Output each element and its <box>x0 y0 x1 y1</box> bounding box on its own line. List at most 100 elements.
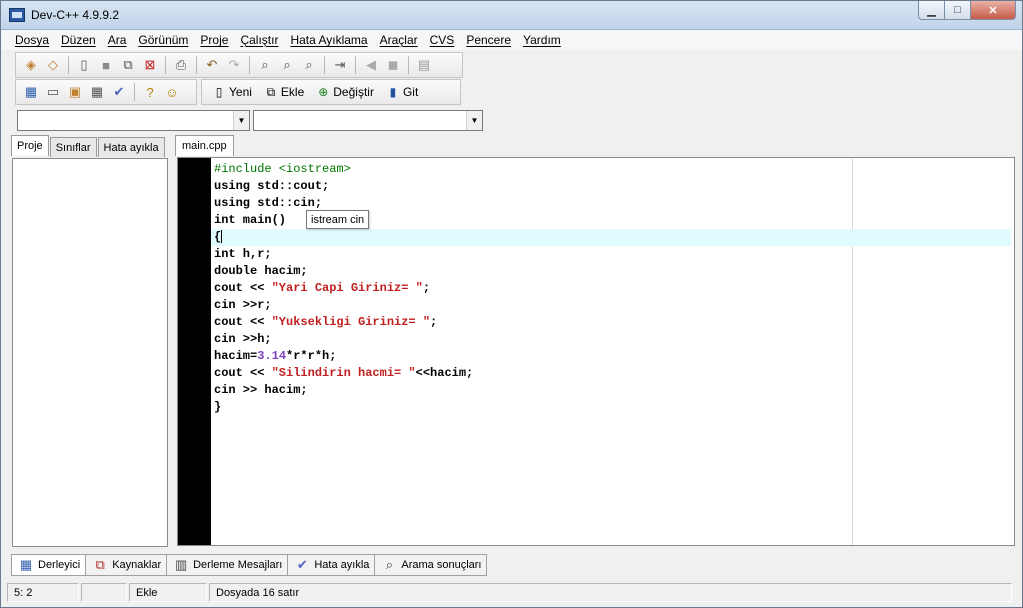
toolbar-separator <box>355 56 356 74</box>
tab-main-cpp[interactable]: main.cpp <box>175 135 234 156</box>
goto-class-button[interactable]: ▮ Git <box>380 82 424 102</box>
add-class-label: Ekle <box>280 85 305 99</box>
code-line: double hacim; <box>214 264 308 278</box>
about-icon[interactable]: ☺ <box>161 82 183 102</box>
code-line: cout << "Silindirin hacmi= "<<hacim; <box>214 366 474 380</box>
remove-from-project-icon[interactable]: ◼ <box>382 55 404 75</box>
chevron-down-icon[interactable]: ▼ <box>233 111 249 130</box>
tab-siniflar[interactable]: Sınıflar <box>49 137 97 157</box>
status-cursor-position: 5: 2 <box>7 583 79 602</box>
code-line: cin >>h; <box>214 332 272 346</box>
menu-duzen[interactable]: Düzen <box>55 33 102 47</box>
resources-icon: ⧉ <box>95 557 105 572</box>
menu-gorunum[interactable]: Görünüm <box>132 33 194 47</box>
member-combo[interactable]: ▼ <box>253 110 483 131</box>
find-icon[interactable]: ⌕ <box>254 55 276 75</box>
help-icon[interactable]: ? <box>139 82 161 102</box>
open-file-icon[interactable]: ◇ <box>42 55 64 75</box>
rebuild-all-icon[interactable]: ▦ <box>86 82 108 102</box>
menu-dosya[interactable]: Dosya <box>9 33 55 47</box>
minimize-icon: ▁ <box>927 4 936 17</box>
toolbar-separator <box>249 56 250 74</box>
undo-icon[interactable]: ↶ <box>201 55 223 75</box>
class-toolbar: ▯ Yeni ⧉ Ekle ⊕ Değiştir ▮ Git <box>201 79 461 105</box>
compiler-icon: ▦ <box>19 557 33 572</box>
add-class-button[interactable]: ⧉ Ekle <box>258 82 310 102</box>
toolbar-separator <box>196 56 197 74</box>
class-combo[interactable]: ▼ <box>17 110 250 131</box>
minimize-button[interactable]: ▁ <box>918 1 945 20</box>
open-project-icon[interactable]: ◈ <box>20 55 42 75</box>
tab-derleme-mesajlari[interactable]: ▥ Derleme Mesajları <box>166 554 289 576</box>
menu-hata-ayiklama[interactable]: Hata Ayıklama <box>284 33 373 47</box>
menu-calistir[interactable]: Çalıştır <box>234 33 284 47</box>
maximize-button[interactable]: □ <box>944 1 971 20</box>
toolbar-separator <box>134 83 135 101</box>
code-line-current: { <box>211 229 1011 246</box>
string-literal: "Yari Capi Giriniz= " <box>271 281 423 295</box>
menu-pencere[interactable]: Pencere <box>460 33 517 47</box>
replace-icon[interactable]: ⌕ <box>276 55 298 75</box>
status-bar: 5: 2 Ekle Dosyada 16 satır <box>7 583 1016 602</box>
maximize-icon: □ <box>954 4 961 16</box>
main-window: Dev-C++ 4.9.9.2 ▁ □ ✕ Dosya Düzen Ara Gö… <box>0 0 1023 608</box>
toolbar-separator <box>68 56 69 74</box>
compile-icon[interactable]: ▦ <box>20 82 42 102</box>
change-class-button[interactable]: ⊕ Değiştir <box>310 82 380 102</box>
compile-run-icon[interactable]: ▣ <box>64 82 86 102</box>
search-results-icon: ⌕ <box>385 557 394 572</box>
close-button[interactable]: ✕ <box>970 1 1016 20</box>
run-icon[interactable]: ▭ <box>42 82 64 102</box>
code-editor[interactable]: #include <iostream> using std::cout; usi… <box>177 157 1015 546</box>
find-next-icon[interactable]: ⌕ <box>298 55 320 75</box>
save-icon[interactable]: ■ <box>95 55 117 75</box>
menu-araclar[interactable]: Araçlar <box>374 33 424 47</box>
editor-gutter <box>178 158 211 545</box>
status-line-count: Dosyada 16 satır <box>209 583 1012 602</box>
code-line: using std::cout; <box>214 179 330 193</box>
project-options-icon[interactable]: ▤ <box>413 55 435 75</box>
string-literal: "Silindirin hacmi= " <box>271 366 416 380</box>
tab-derleyici[interactable]: ▦ Derleyici <box>11 554 87 576</box>
tab-hata-ayikla-bottom[interactable]: ✔ Hata ayıkla <box>287 554 376 576</box>
tab-hata-ayikla[interactable]: Hata ayıkla <box>97 137 165 157</box>
menu-cvs[interactable]: CVS <box>424 33 461 47</box>
tab-derleme-mesajlari-label: Derleme Mesajları <box>193 559 283 571</box>
code-line: } <box>214 400 222 414</box>
add-to-project-icon[interactable]: ◀ <box>360 55 382 75</box>
code-line: cin >>r; <box>214 298 272 312</box>
project-tree-panel[interactable] <box>12 158 168 547</box>
menu-proje[interactable]: Proje <box>194 33 234 47</box>
redo-icon[interactable]: ↷ <box>223 55 245 75</box>
editor-tabs: main.cpp <box>175 135 234 156</box>
print-icon[interactable]: ⎙ <box>170 55 192 75</box>
code-lines: #include <iostream> using std::cout; usi… <box>211 161 1011 416</box>
code-line: cout << "Yuksekligi Giriniz= "; <box>214 315 438 329</box>
menu-ara[interactable]: Ara <box>102 33 133 47</box>
tab-hata-ayikla-label: Hata ayıkla <box>314 559 370 571</box>
new-class-icon: ▯ <box>215 85 223 99</box>
text-caret <box>221 230 223 244</box>
compile-log-icon: ▥ <box>174 557 188 572</box>
goto-line-icon[interactable]: ⇥ <box>329 55 351 75</box>
menu-yardim[interactable]: Yardım <box>517 33 567 47</box>
save-all-icon[interactable]: ⧉ <box>117 55 139 75</box>
syntax-check-icon[interactable]: ✔ <box>108 82 130 102</box>
main-toolbar: ◈ ◇ ▯ ■ ⧉ ⊠ ⎙ ↶ ↷ ⌕ ⌕ ⌕ ⇥ ◀ ◼ ▤ <box>15 52 463 78</box>
chevron-down-icon[interactable]: ▼ <box>466 111 482 130</box>
toolbar-separator <box>408 56 409 74</box>
debug-check-icon: ✔ <box>296 557 308 572</box>
change-class-label: Değiştir <box>333 85 374 99</box>
close-file-icon[interactable]: ⊠ <box>139 55 161 75</box>
tab-proje[interactable]: Proje <box>11 135 49 156</box>
title-bar: Dev-C++ 4.9.9.2 ▁ □ ✕ <box>1 1 1022 30</box>
new-class-label: Yeni <box>229 85 252 99</box>
tab-kaynaklar[interactable]: ⧉ Kaynaklar <box>85 554 168 576</box>
left-panel-tabs: Proje Sınıflar Hata ayıkla <box>11 135 166 157</box>
menu-bar: Dosya Düzen Ara Görünüm Proje Çalıştır H… <box>1 30 1022 50</box>
code-line: hacim=3.14*r*r*h; <box>214 349 337 363</box>
new-class-button[interactable]: ▯ Yeni <box>206 82 258 102</box>
new-file-icon[interactable]: ▯ <box>73 55 95 75</box>
string-literal: "Yuksekligi Giriniz= " <box>271 315 431 329</box>
tab-arama-sonuclari[interactable]: ⌕ Arama sonuçları <box>374 554 488 576</box>
